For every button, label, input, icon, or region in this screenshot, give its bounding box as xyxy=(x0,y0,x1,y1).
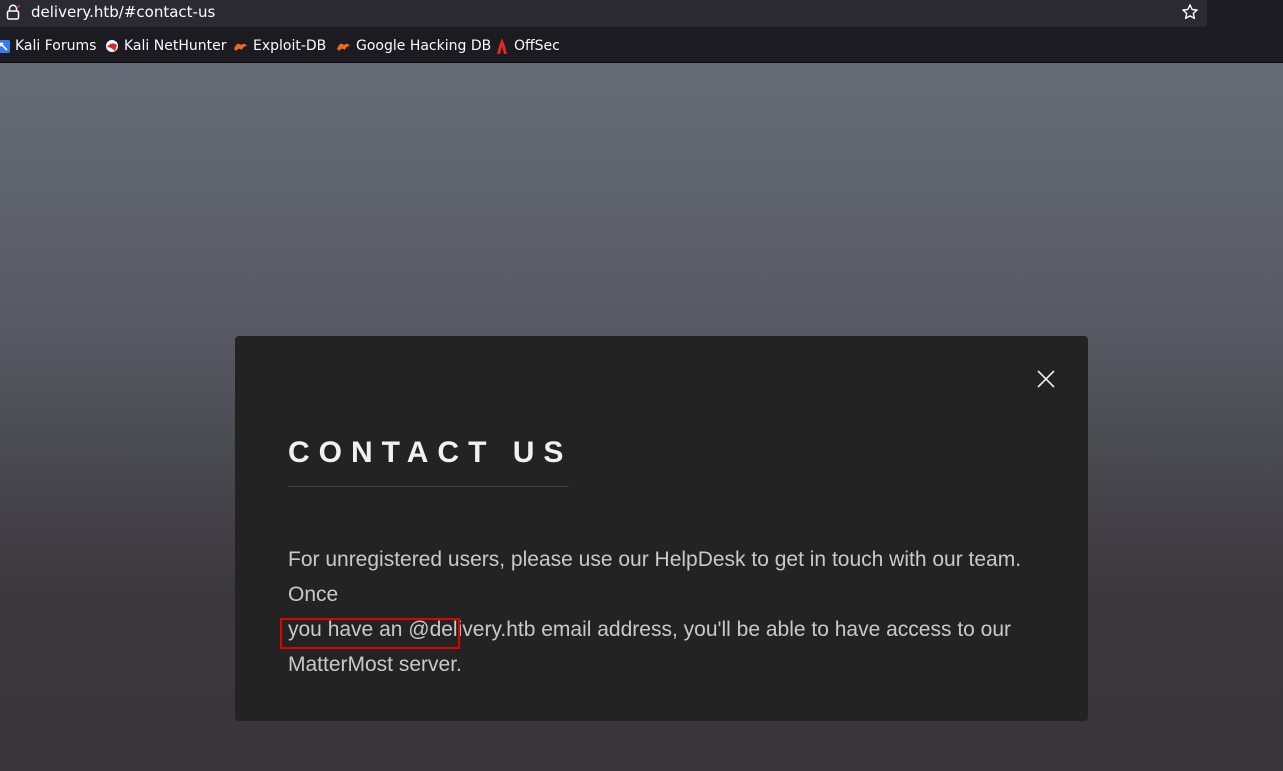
url-bar[interactable]: delivery.htb/#contact-us xyxy=(0,0,1207,27)
body-line: you have an @delivery.htb email address,… xyxy=(288,618,1012,641)
body-line-mattermost: MatterMost server. xyxy=(288,653,462,676)
bookmark-exploit-db[interactable]: Exploit-DB xyxy=(233,35,326,57)
bookmarks-toolbar: Kali Forums Kali NetHunter Exploit-DB Go… xyxy=(0,27,1283,63)
bookmark-label: Google Hacking DB xyxy=(356,38,492,54)
bookmark-kali-forums[interactable]: Kali Forums xyxy=(0,35,96,57)
offsec-icon xyxy=(497,38,507,54)
browser-toolbar: delivery.htb/#contact-us xyxy=(0,0,1283,27)
bookmark-star-icon[interactable] xyxy=(1181,3,1199,21)
kali-nethunter-icon xyxy=(106,40,118,52)
body-line: For unregistered users, please use our H… xyxy=(288,548,1022,606)
lock-icon xyxy=(6,4,20,20)
kali-forums-icon xyxy=(0,39,10,53)
google-hacking-db-icon xyxy=(337,43,350,51)
url-text[interactable]: delivery.htb/#contact-us xyxy=(31,3,215,21)
modal-body-text: For unregistered users, please use our H… xyxy=(288,542,1028,682)
close-icon[interactable] xyxy=(1034,367,1058,391)
contact-us-modal: CONTACT US For unregistered users, pleas… xyxy=(235,336,1088,721)
title-divider xyxy=(288,486,569,487)
bookmark-offsec[interactable]: OffSec xyxy=(495,35,560,57)
bookmark-label: OffSec xyxy=(514,38,560,54)
bookmark-label: Kali Forums xyxy=(15,38,97,54)
exploit-db-icon xyxy=(234,43,247,51)
bookmark-google-hacking-db[interactable]: Google Hacking DB xyxy=(336,35,491,57)
bookmark-kali-nethunter[interactable]: Kali NetHunter xyxy=(105,35,226,57)
bookmark-label: Kali NetHunter xyxy=(124,38,227,54)
modal-title: CONTACT US xyxy=(288,436,573,469)
bookmark-label: Exploit-DB xyxy=(253,38,327,54)
